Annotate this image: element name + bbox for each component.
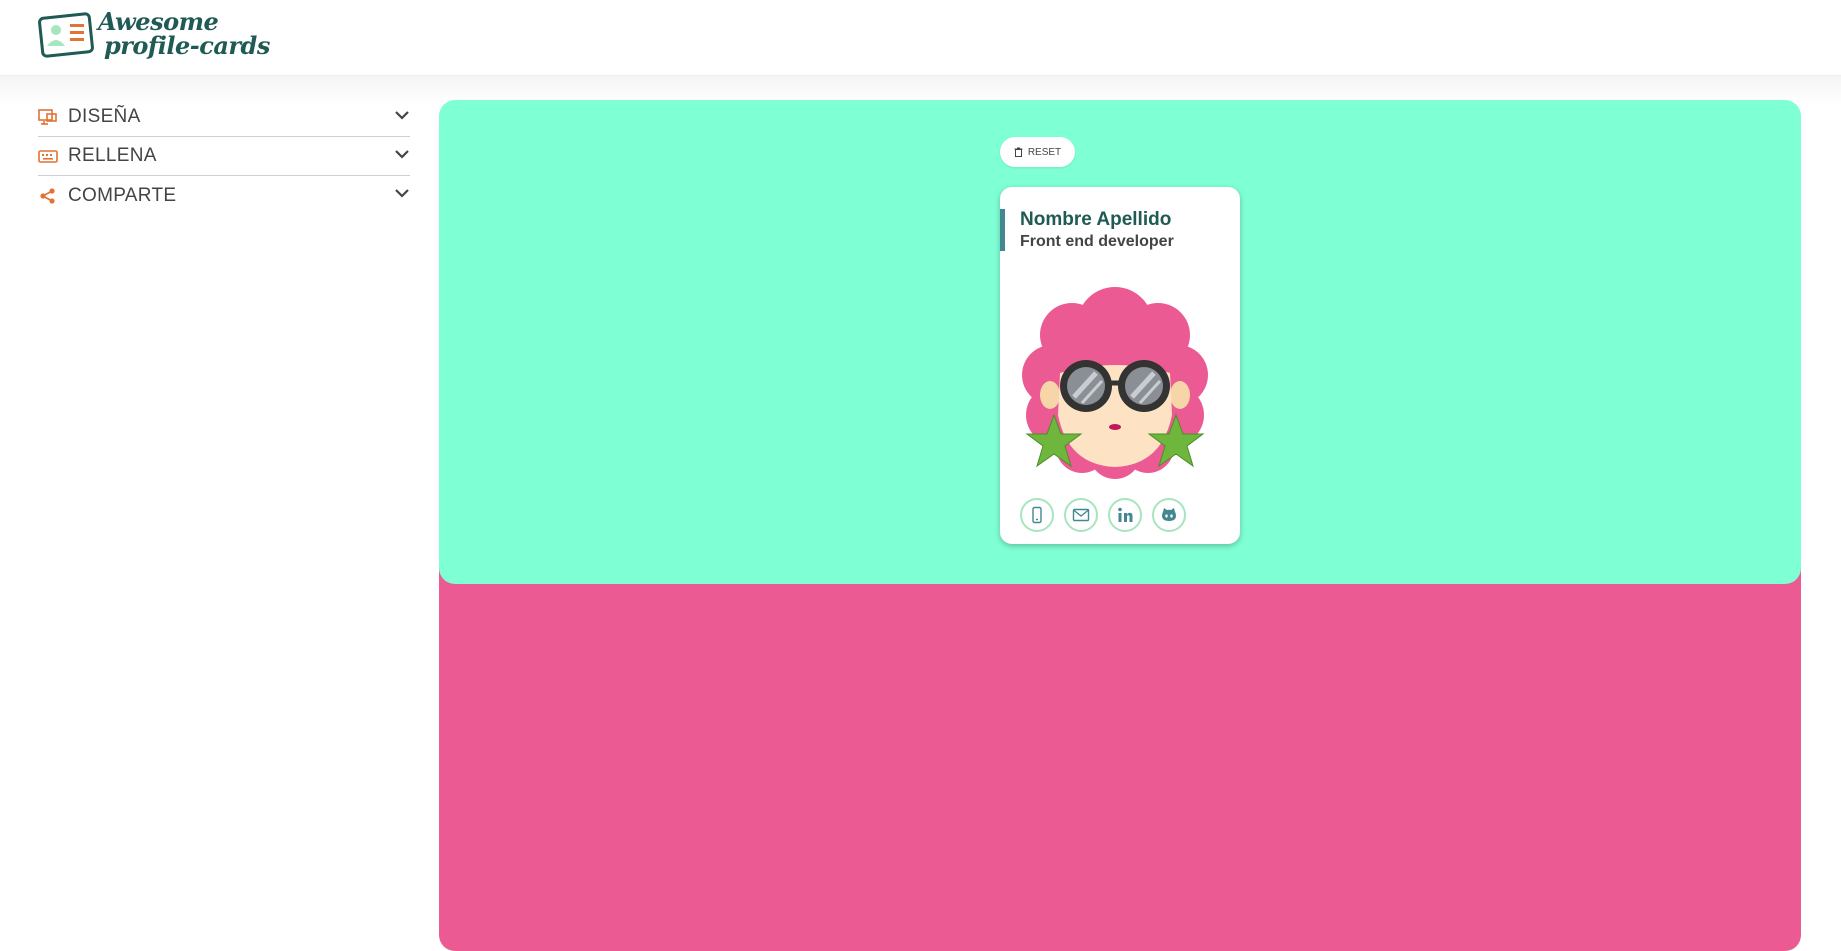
card-job: Front end developer [1020,233,1174,250]
sidebar: DISEÑA RELLENA COMPARTE [38,98,410,215]
github-link[interactable] [1152,498,1186,532]
accordion-label: DISEÑA [68,106,141,127]
phone-icon [1032,506,1042,524]
accordion-label: COMPARTE [68,184,177,206]
phone-link[interactable] [1020,498,1054,532]
logo-line-2: profile-cards [104,31,270,60]
card-name: Nombre Apellido [1020,209,1172,230]
accordion-comparte[interactable]: COMPARTE [38,176,410,215]
chevron-down-icon [395,189,409,198]
card-header: Nombre Apellido Front end developer [1000,209,1240,251]
share-icon [40,187,55,204]
chevron-down-icon [395,150,409,159]
accordion-disena[interactable]: DISEÑA [38,98,410,137]
profile-card-logo-icon [38,12,94,58]
keyboard-icon [38,150,58,163]
logo-text: Awesome profile-cards [98,10,270,58]
mail-icon [1072,508,1090,522]
social-links [1020,498,1186,532]
github-icon [1162,508,1176,521]
app-header: Awesome profile-cards [0,0,1841,76]
accordion-label: RELLENA [68,145,157,166]
accordion-rellena[interactable]: RELLENA [38,137,410,176]
logo[interactable]: Awesome profile-cards [38,10,270,58]
reset-label: RESET [1027,146,1062,158]
palette-icon [38,109,57,125]
reset-button[interactable]: RESET [1000,137,1075,167]
email-link[interactable] [1064,498,1098,532]
linkedin-icon [1118,507,1133,522]
avatar [1022,287,1208,479]
trash-icon [1014,147,1023,157]
linkedin-link[interactable] [1108,498,1142,532]
chevron-down-icon [395,111,409,120]
profile-card: Nombre Apellido Front end developer [1000,187,1240,544]
preview-background-bottom [439,560,1801,951]
